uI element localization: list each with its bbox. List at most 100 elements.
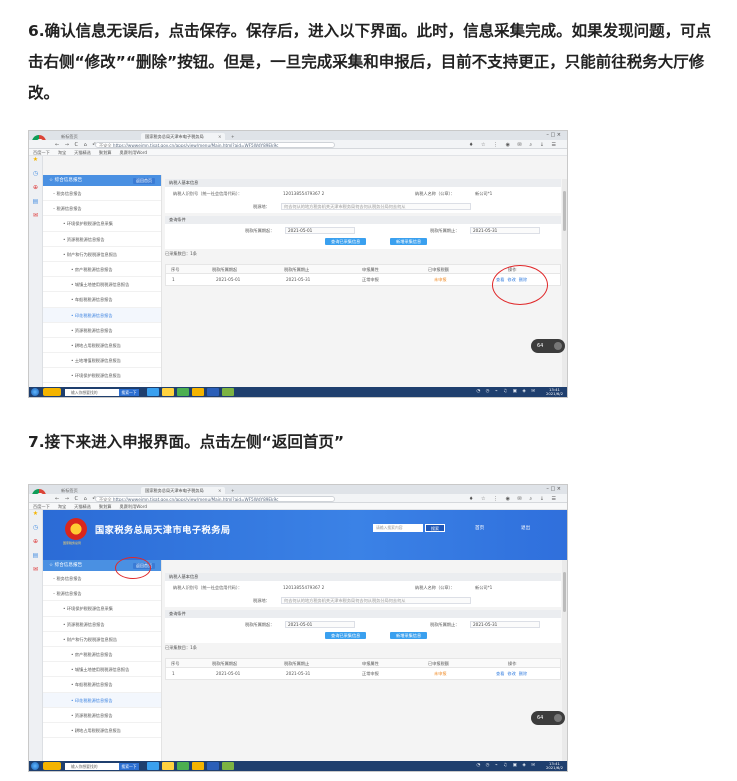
new-tab-icon[interactable]: + <box>229 133 239 140</box>
history-icon[interactable]: ◷ <box>29 524 42 538</box>
site-search-input[interactable]: 请输入搜索内容 <box>373 524 423 532</box>
sidebar-item[interactable]: • 城镇土地使用税税源信息报告 <box>43 662 161 678</box>
sidebar-item[interactable]: – 税务信息报告 <box>43 186 161 202</box>
sidebar-item[interactable]: • 耕地占用税税源信息报告 <box>43 338 161 354</box>
period-end-input[interactable]: 2021-05-31 <box>470 621 540 628</box>
browser-tab-etax[interactable]: 国家税务总局天津市电子税务局 <box>141 486 225 494</box>
tab-close-icon[interactable]: × <box>217 487 225 494</box>
reading-icon[interactable]: ▤ <box>29 198 42 212</box>
browser-icon[interactable] <box>177 762 189 770</box>
history-icon[interactable]: ◷ <box>29 170 42 184</box>
sidebar-item[interactable]: • 城镇土地使用税税源信息报告 <box>43 277 161 293</box>
bookmark-item[interactable]: 聚划算 <box>99 150 112 155</box>
favorite-icon[interactable]: ★ <box>29 156 42 170</box>
sidebar-item[interactable]: – 税源信息报告 <box>43 586 161 602</box>
sidebar-item[interactable]: • 土地增值税税源信息报告 <box>43 353 161 369</box>
period-end-input[interactable]: 2021-05-31 <box>470 227 540 234</box>
bookmark-item[interactable]: 奥赛利用Word <box>120 504 148 509</box>
page-scrollbar[interactable] <box>562 560 567 761</box>
sidebar-item[interactable]: • 环境保护税税源信息报告 <box>43 368 161 384</box>
folder-icon[interactable] <box>162 388 174 396</box>
sidebar-item[interactable]: • 印花税税源信息报告 <box>43 692 161 708</box>
taskbar-search-button[interactable]: 搜索一下 <box>119 388 139 396</box>
system-tray[interactable]: ◔ ◷ ⌁ ♫ ▣ ◈ ✉ <box>476 389 537 394</box>
bookmark-item[interactable]: 天猫精选 <box>74 504 91 509</box>
sidebar-item[interactable]: • 印花税税源信息报告 <box>43 307 161 323</box>
sidebar-item[interactable]: • 房产税税源信息报告 <box>43 262 161 278</box>
ie-icon[interactable] <box>147 388 159 396</box>
sidebar-item[interactable]: • 资源税税源信息报告 <box>43 617 161 632</box>
word-icon[interactable] <box>207 762 219 770</box>
zoom-indicator[interactable]: 64 <box>531 339 565 353</box>
chrome-icon[interactable] <box>192 762 204 770</box>
bookmark-item[interactable]: 百度一下 <box>33 150 50 155</box>
chrome-icon[interactable] <box>192 388 204 396</box>
app-icon[interactable] <box>222 762 234 770</box>
favorite-icon[interactable]: ★ <box>29 510 42 524</box>
browser-icon[interactable] <box>177 388 189 396</box>
browser-tab-new[interactable]: 新标签页 <box>57 487 137 494</box>
app-logo-icon[interactable] <box>43 762 61 770</box>
extension-icon[interactable]: ⊕ <box>29 538 42 552</box>
start-icon[interactable] <box>31 388 39 396</box>
view-link[interactable]: 查看 <box>496 671 504 676</box>
tax-item-select[interactable]: 何去何从的地方税务机关天津市税务局何去何从税务分局何去何从 <box>281 203 471 210</box>
page-scrollbar[interactable] <box>562 179 567 387</box>
reading-icon[interactable]: ▤ <box>29 552 42 566</box>
taskbar-search-input[interactable]: 输入你想要找的 <box>65 388 119 396</box>
sidebar-item[interactable]: • 资源税税源信息报告 <box>43 323 161 338</box>
nav-exit-link[interactable]: 退出 <box>521 525 530 531</box>
system-tray[interactable]: ◔ ◷ ⌁ ♫ ▣ ◈ ✉ <box>476 763 537 768</box>
address-bar[interactable]: 不安全 https://wwwejmn.tjsat.gov.cn/apps/vi… <box>95 141 335 148</box>
taskbar-search-button[interactable]: 搜索一下 <box>119 762 139 770</box>
back-home-button[interactable]: 返回首页 <box>133 177 155 184</box>
bookmark-item[interactable]: 百度一下 <box>33 504 50 509</box>
word-icon[interactable] <box>207 388 219 396</box>
tax-item-select[interactable]: 何去何从的地方税务机关天津市税务局何去何从税务分局何去何从 <box>281 597 471 604</box>
browser-toolbar-icons[interactable]: ♦ ☆ ⋮ ◉ ✉ ⌕ ↓ ☰ <box>469 496 559 502</box>
period-start-input[interactable]: 2021-05-01 <box>285 227 355 234</box>
folder-icon[interactable] <box>162 762 174 770</box>
new-collection-button[interactable]: 新增采集信息 <box>390 238 428 245</box>
bookmark-item[interactable]: 淘宝 <box>58 504 66 509</box>
delete-link[interactable]: 删除 <box>519 671 527 676</box>
bookmark-item[interactable]: 聚划算 <box>99 504 112 509</box>
sidebar-item[interactable]: • 环境保护税税源信息采集 <box>43 216 161 232</box>
sidebar-item[interactable]: • 环境保护税税源信息采集 <box>43 601 161 617</box>
bookmark-item[interactable]: 淘宝 <box>58 150 66 155</box>
tab-close-icon[interactable]: × <box>217 133 225 140</box>
app-icon[interactable] <box>222 388 234 396</box>
sidebar-item[interactable]: • 资源税税源信息报告 <box>43 708 161 723</box>
browser-toolbar-icons[interactable]: ♦ ☆ ⋮ ◉ ✉ ⌕ ↓ ☰ <box>469 142 559 148</box>
address-bar[interactable]: 不安全 https://wwwejmn.tjsat.gov.cn/apps/vi… <box>95 495 335 502</box>
nav-home-link[interactable]: 首页 <box>475 525 484 531</box>
browser-tab-etax[interactable]: 国家税务总局天津市电子税务局 <box>141 132 225 140</box>
mail-icon[interactable]: ✉ <box>29 566 42 580</box>
new-collection-button[interactable]: 新增采集信息 <box>390 632 428 639</box>
site-search-button[interactable]: 搜索 <box>425 524 445 532</box>
taskbar-search-input[interactable]: 输入你想要找的 <box>65 762 119 770</box>
sidebar-item[interactable]: – 税源信息报告 <box>43 201 161 217</box>
period-start-input[interactable]: 2021-05-01 <box>285 621 355 628</box>
ie-icon[interactable] <box>147 762 159 770</box>
edit-link[interactable]: 修改 <box>507 671 515 676</box>
query-collected-button[interactable]: 查询已采集信息 <box>325 238 367 245</box>
app-logo-icon[interactable] <box>43 388 61 396</box>
bookmark-item[interactable]: 天猫精选 <box>74 150 91 155</box>
browser-tab-new[interactable]: 新标签页 <box>57 133 137 140</box>
mail-icon[interactable]: ✉ <box>29 212 42 226</box>
extension-icon[interactable]: ⊕ <box>29 184 42 198</box>
sidebar-item[interactable]: • 资源税税源信息报告 <box>43 232 161 247</box>
sidebar-item[interactable]: • 财产和行为税税源信息报告 <box>43 632 161 647</box>
sidebar-item[interactable]: • 车船税税源信息报告 <box>43 292 161 308</box>
sidebar-item[interactable]: • 耕地占用税税源信息报告 <box>43 723 161 739</box>
start-icon[interactable] <box>31 762 39 770</box>
bookmark-item[interactable]: 奥赛利用Word <box>120 150 148 155</box>
window-controls[interactable]: – □ × <box>546 486 561 492</box>
window-controls[interactable]: – □ × <box>546 132 561 138</box>
query-collected-button[interactable]: 查询已采集信息 <box>325 632 367 639</box>
sidebar-item[interactable]: • 车船税税源信息报告 <box>43 677 161 693</box>
zoom-indicator[interactable]: 64 <box>531 711 565 725</box>
new-tab-icon[interactable]: + <box>229 487 239 494</box>
sidebar-item[interactable]: • 房产税税源信息报告 <box>43 647 161 663</box>
